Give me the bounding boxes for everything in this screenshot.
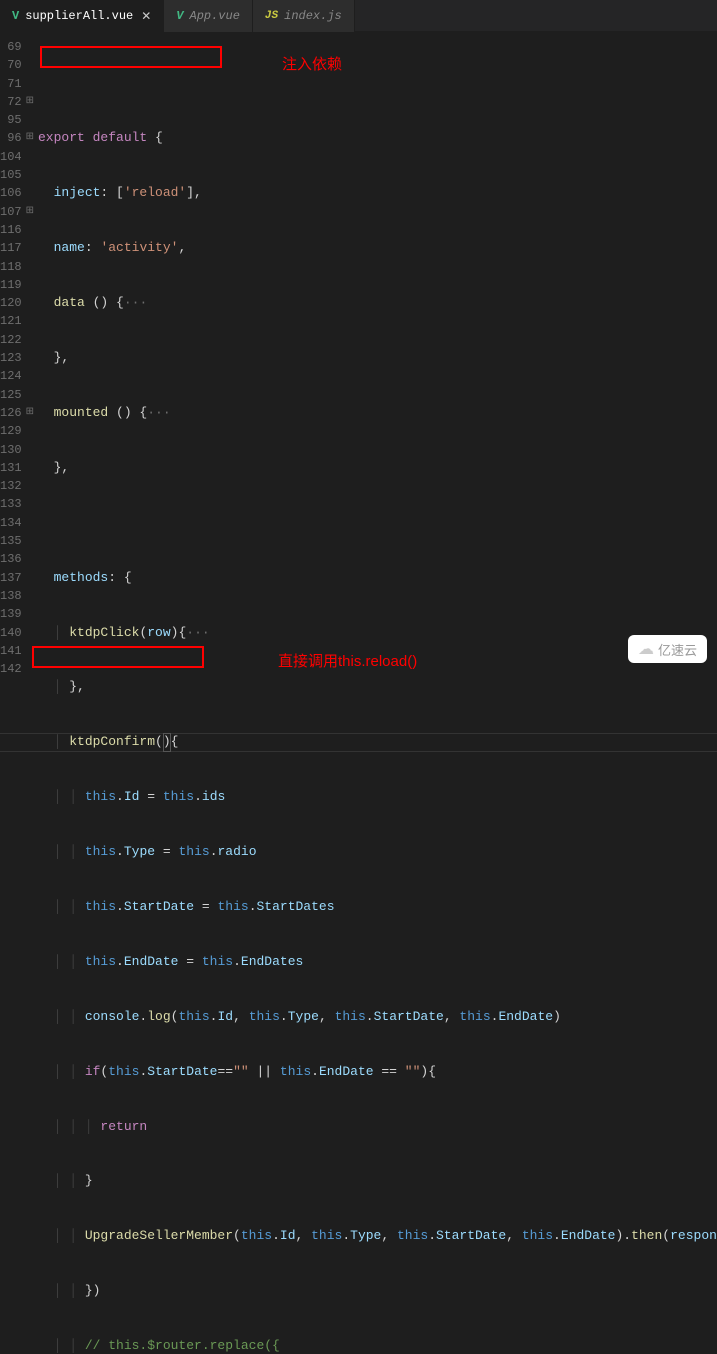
line-number: 141 xyxy=(0,642,22,660)
fold-marker[interactable]: ⊞ xyxy=(26,203,34,221)
line-number: 105 xyxy=(0,166,22,184)
line-number: 70 xyxy=(0,56,22,74)
cloud-icon: ☁ xyxy=(638,639,654,659)
line-number: 142 xyxy=(0,660,22,678)
fold-marker xyxy=(26,258,34,276)
line-number: 96 xyxy=(0,129,22,147)
js-icon: JS xyxy=(265,10,278,22)
fold-marker xyxy=(26,605,34,623)
vue-icon: V xyxy=(176,9,183,23)
line-number: 121 xyxy=(0,312,22,330)
fold-marker[interactable]: ⊞ xyxy=(26,93,34,111)
line-number: 123 xyxy=(0,349,22,367)
code-area[interactable]: export default { inject: ['reload'], nam… xyxy=(34,32,717,677)
line-number: 134 xyxy=(0,514,22,532)
fold-marker xyxy=(26,660,34,678)
line-number: 135 xyxy=(0,532,22,550)
fold-marker xyxy=(26,349,34,367)
fold-marker xyxy=(26,514,34,532)
fold-marker xyxy=(26,532,34,550)
tab-label: supplierAll.vue xyxy=(25,9,133,23)
vue-icon: V xyxy=(12,9,19,23)
fold-marker xyxy=(26,331,34,349)
fold-marker xyxy=(26,495,34,513)
fold-marker xyxy=(26,569,34,587)
line-number: 129 xyxy=(0,422,22,440)
highlight-box-reload xyxy=(32,646,204,668)
highlight-box-inject xyxy=(40,46,222,68)
line-number: 126 xyxy=(0,404,22,422)
line-number: 136 xyxy=(0,550,22,568)
fold-marker xyxy=(26,294,34,312)
fold-marker xyxy=(26,239,34,257)
line-number: 119 xyxy=(0,276,22,294)
line-number: 120 xyxy=(0,294,22,312)
line-number: 130 xyxy=(0,441,22,459)
fold-marker xyxy=(26,56,34,74)
line-number: 118 xyxy=(0,258,22,276)
fold-marker xyxy=(26,642,34,660)
line-number: 116 xyxy=(0,221,22,239)
editor: 6970717295961041051061071161171181191201… xyxy=(0,32,717,677)
watermark-text: 亿速云 xyxy=(658,640,697,659)
fold-marker[interactable]: ⊞ xyxy=(26,129,34,147)
line-number: 137 xyxy=(0,569,22,587)
line-number: 132 xyxy=(0,477,22,495)
fold-marker xyxy=(26,367,34,385)
fold-marker xyxy=(26,148,34,166)
tab-app[interactable]: V App.vue xyxy=(164,0,253,32)
line-number: 106 xyxy=(0,184,22,202)
fold-marker xyxy=(26,624,34,642)
line-number: 107 xyxy=(0,203,22,221)
line-number: 117 xyxy=(0,239,22,257)
line-number: 138 xyxy=(0,587,22,605)
fold-gutter: ⊞ ⊞ ⊞ ⊞ xyxy=(26,32,34,677)
fold-marker xyxy=(26,38,34,56)
fold-marker xyxy=(26,550,34,568)
fold-marker xyxy=(26,386,34,404)
fold-marker xyxy=(26,111,34,129)
line-number: 133 xyxy=(0,495,22,513)
fold-marker xyxy=(26,312,34,330)
line-number: 124 xyxy=(0,367,22,385)
fold-marker xyxy=(26,221,34,239)
fold-marker xyxy=(26,422,34,440)
tab-index[interactable]: JS index.js xyxy=(253,0,355,32)
fold-marker xyxy=(26,477,34,495)
fold-marker xyxy=(26,587,34,605)
line-number: 104 xyxy=(0,148,22,166)
watermark: ☁ 亿速云 xyxy=(628,635,707,663)
fold-marker xyxy=(26,441,34,459)
line-number: 122 xyxy=(0,331,22,349)
close-icon[interactable]: ✕ xyxy=(141,9,151,24)
line-number: 72 xyxy=(0,93,22,111)
line-number: 71 xyxy=(0,75,22,93)
line-number-gutter: 6970717295961041051061071161171181191201… xyxy=(0,32,26,677)
fold-marker xyxy=(26,75,34,93)
line-number: 125 xyxy=(0,386,22,404)
tab-label: index.js xyxy=(284,9,342,23)
fold-marker xyxy=(26,166,34,184)
fold-marker[interactable]: ⊞ xyxy=(26,404,34,422)
tab-label: App.vue xyxy=(190,9,240,23)
line-number: 140 xyxy=(0,624,22,642)
line-number: 131 xyxy=(0,459,22,477)
line-number: 95 xyxy=(0,111,22,129)
tab-bar: V supplierAll.vue ✕ V App.vue JS index.j… xyxy=(0,0,717,32)
fold-marker xyxy=(26,276,34,294)
line-number: 69 xyxy=(0,38,22,56)
fold-marker xyxy=(26,459,34,477)
tab-supplierall[interactable]: V supplierAll.vue ✕ xyxy=(0,0,164,32)
line-number: 139 xyxy=(0,605,22,623)
fold-marker xyxy=(26,184,34,202)
